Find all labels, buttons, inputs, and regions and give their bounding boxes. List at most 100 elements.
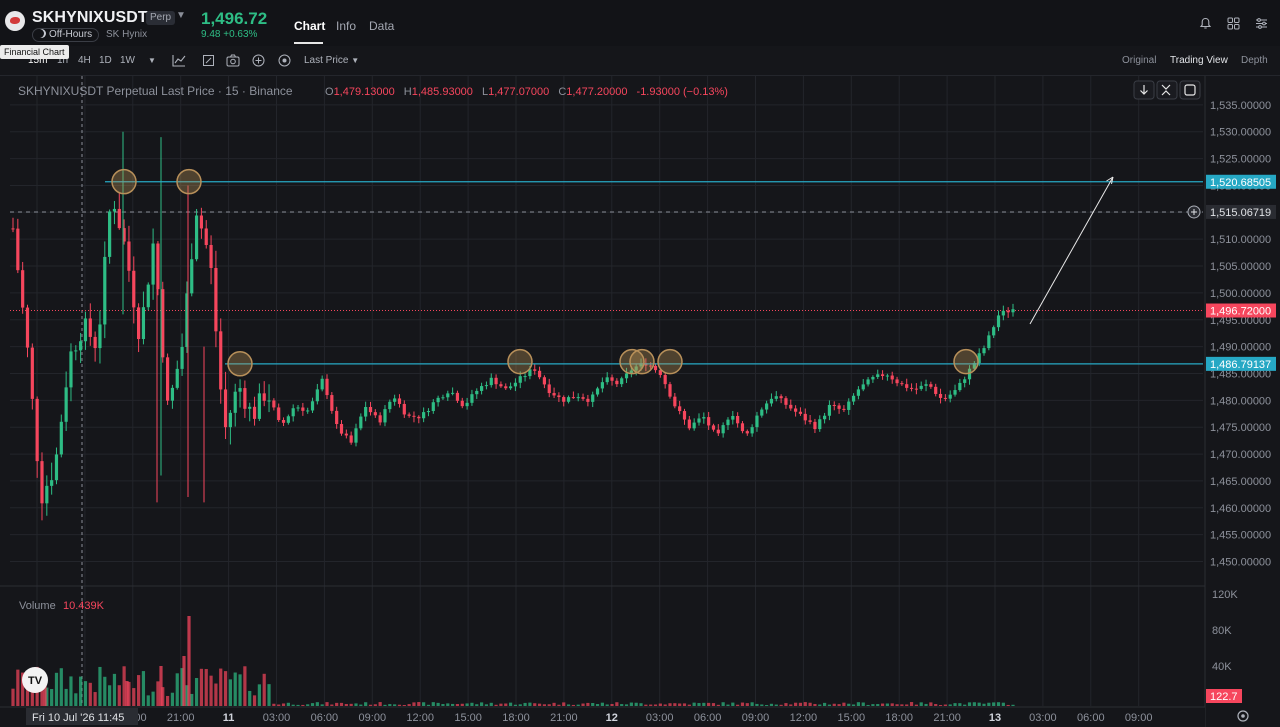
candle-body (137, 307, 141, 340)
price-chart[interactable]: 1,535.000001,530.000001,525.000001,520.0… (0, 76, 1280, 727)
candle-body (992, 327, 996, 336)
candle-body (827, 404, 832, 416)
volume-bar (1011, 704, 1015, 706)
candle-body (600, 382, 604, 389)
volume-bar (228, 679, 232, 706)
view-depth[interactable]: Depth (1241, 55, 1268, 66)
price-type-select[interactable]: Last Price ▼ (304, 55, 359, 66)
candle-body (209, 245, 213, 268)
candle-body (697, 418, 701, 423)
volume-bar (272, 703, 276, 706)
volume-bar (953, 703, 957, 706)
interval-1d[interactable]: 1D (99, 55, 112, 66)
candle-body (982, 348, 986, 354)
candle-body (523, 376, 527, 378)
candle-body (436, 397, 440, 403)
candle-body (306, 410, 310, 412)
indicator-icon[interactable] (172, 54, 186, 67)
volume-bar (98, 666, 102, 706)
candle-body (79, 341, 83, 351)
settings-sliders-icon[interactable] (1255, 17, 1268, 30)
trading-app: SKHYNIXUSDT Perp ▼ Off-Hours SK Hynix 1,… (0, 0, 1280, 727)
target-icon[interactable] (278, 54, 291, 67)
volume-bar (818, 704, 822, 706)
candle-body (11, 228, 15, 230)
candle-body (948, 394, 952, 399)
candle-body (808, 420, 812, 422)
view-original[interactable]: Original (1122, 55, 1156, 66)
volume-bar (687, 704, 691, 706)
tab-chart[interactable]: Chart (294, 19, 325, 33)
volume-bar (393, 704, 397, 706)
bell-icon[interactable] (1199, 17, 1212, 30)
touch-marker-circle (953, 348, 979, 375)
candle-body (1011, 309, 1015, 313)
layout-grid-icon[interactable] (1227, 17, 1240, 30)
candle-body (344, 433, 348, 436)
volume-bar (721, 702, 725, 706)
collapse-button[interactable] (1156, 80, 1178, 100)
volume-bar (813, 703, 817, 706)
candle-body (74, 350, 78, 352)
tradingview-logo-icon[interactable]: TV (22, 667, 48, 693)
tab-info[interactable]: Info (336, 19, 356, 33)
volume-bar (1006, 704, 1010, 706)
tab-data[interactable]: Data (369, 19, 394, 33)
candle-body (624, 373, 629, 379)
company-name: SK Hynix (106, 29, 148, 40)
candle-body (547, 384, 551, 394)
camera-icon[interactable] (226, 54, 240, 67)
symbol-name[interactable]: SKHYNIXUSDT (32, 9, 148, 27)
candle-body (813, 421, 817, 430)
volume-bar (929, 702, 933, 706)
volume-bar (170, 692, 175, 706)
volume-bar (146, 695, 150, 706)
candle-body (175, 368, 179, 388)
candle-body (393, 398, 397, 402)
candle-body (818, 419, 822, 430)
candle-body (257, 393, 261, 419)
candle-body (40, 461, 44, 504)
volume-bar (108, 685, 112, 706)
volume-bar (475, 704, 479, 706)
volume-bar (822, 702, 827, 706)
volume-bar (789, 704, 793, 706)
time-tick-label: 12:00 (790, 712, 818, 724)
candle-body (692, 422, 696, 429)
volume-bar (861, 702, 865, 706)
symbol-dropdown-icon[interactable]: ▼ (176, 10, 186, 21)
add-indicator-icon[interactable] (252, 54, 265, 67)
volume-bar (876, 704, 880, 706)
candle-body (214, 267, 218, 332)
candle-body (1006, 310, 1010, 313)
volume-bar (11, 688, 15, 706)
volume-bar (827, 704, 832, 706)
candle-body (233, 391, 237, 413)
volume-bar (267, 684, 271, 706)
interval-more-icon[interactable]: ▼ (148, 56, 156, 65)
volume-bar (125, 681, 129, 706)
volume-bar (542, 704, 547, 706)
candle-body (277, 407, 281, 420)
chart-legend-title: SKHYNIXUSDT Perpetual Last Price · 15 · … (18, 84, 293, 98)
scroll-down-button[interactable] (1133, 80, 1155, 100)
volume-bar (306, 704, 310, 706)
candle-body (542, 377, 547, 385)
candle-body (518, 376, 522, 383)
candle-body (64, 387, 68, 422)
candle-body (610, 377, 614, 381)
volume-bar (620, 704, 624, 706)
volume-bar (204, 669, 208, 706)
interval-4h[interactable]: 4H (78, 55, 91, 66)
candle-body (769, 398, 774, 404)
interval-1w[interactable]: 1W (120, 55, 135, 66)
volume-bar (779, 704, 783, 706)
drawing-tools-icon[interactable] (202, 54, 215, 67)
last-price: 1,496.72 (201, 9, 268, 28)
volume-bar (711, 703, 716, 706)
view-trading-view[interactable]: Trading View (1170, 55, 1228, 66)
price-tick-label: 1,465.00000 (1210, 476, 1271, 488)
fullscreen-button[interactable] (1179, 80, 1201, 100)
volume-bar (963, 704, 967, 706)
volume-bar (890, 703, 894, 706)
